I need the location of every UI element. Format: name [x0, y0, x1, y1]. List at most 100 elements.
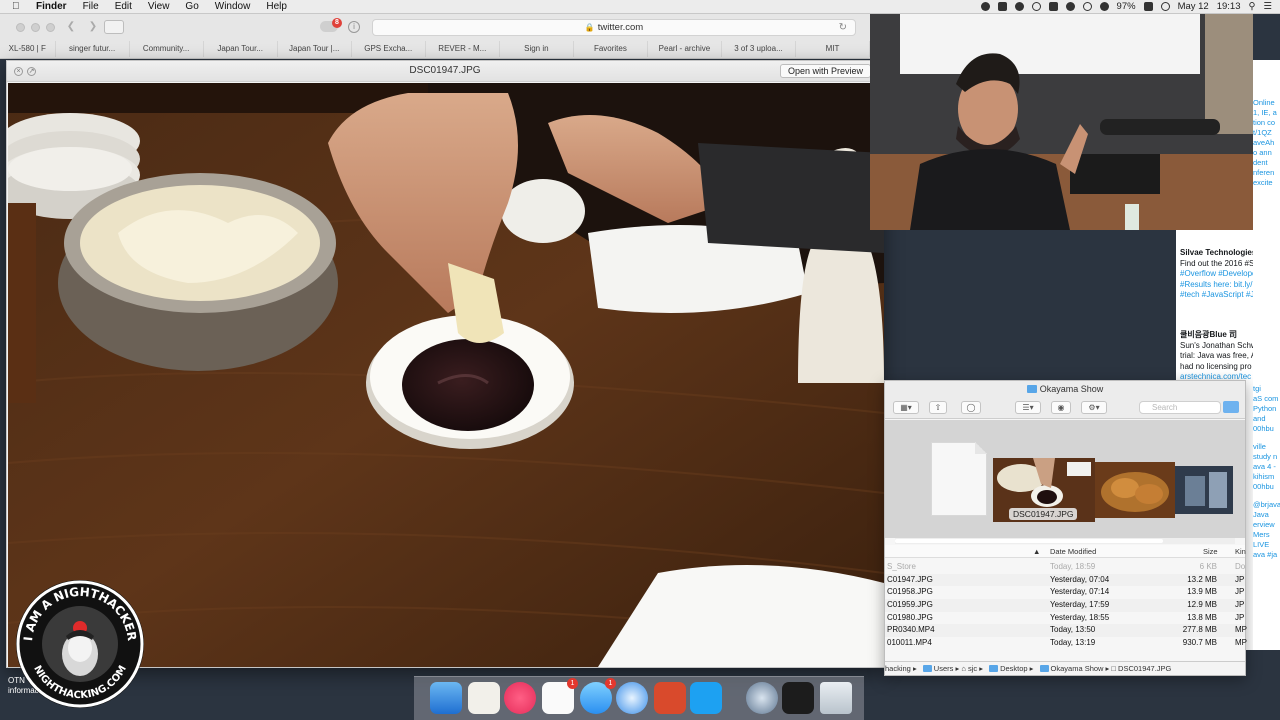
zoom-window-button[interactable]	[46, 23, 55, 32]
bluetooth-icon[interactable]	[1065, 2, 1075, 11]
drive-icon[interactable]	[1014, 2, 1024, 11]
menu-date[interactable]: May 12	[1178, 1, 1209, 12]
window-icon[interactable]	[1048, 2, 1058, 11]
bookmark-item[interactable]: Pearl - archive	[648, 41, 722, 57]
itunes-dock-icon[interactable]	[504, 682, 536, 714]
airdrop-folder-icon[interactable]	[1223, 401, 1239, 413]
path-segment[interactable]: hacking	[885, 664, 911, 673]
menu-file[interactable]: File	[83, 1, 99, 12]
bookmark-item[interactable]: XL-580 | F	[0, 41, 56, 57]
forward-icon[interactable]: ❯	[84, 20, 102, 34]
bookmark-item[interactable]: MIT	[796, 41, 871, 57]
volume-icon[interactable]	[1099, 2, 1109, 11]
safari-dock-icon[interactable]	[616, 682, 648, 714]
bookmark-item[interactable]: REVER - M...	[426, 41, 500, 57]
trash-dock-icon[interactable]	[820, 682, 852, 714]
back-icon[interactable]: ❮	[62, 20, 80, 34]
path-segment[interactable]: Desktop	[1000, 664, 1028, 673]
powerpoint-dock-icon[interactable]	[654, 682, 686, 714]
column-date-modified[interactable]: Date Modified	[1050, 547, 1096, 556]
file-row[interactable]: C01958.JPG Yesterday, 07:14 13.9 MB JP	[885, 586, 1245, 599]
reminders-dock-icon[interactable]: 1	[542, 678, 578, 714]
path-segment[interactable]: Okayama Show	[1051, 664, 1104, 673]
dock: 1 1	[414, 676, 864, 720]
edge-text: Online	[1253, 98, 1275, 107]
path-segment[interactable]: DSC01947.JPG	[1118, 664, 1171, 673]
bookmark-item[interactable]: Japan Tour...	[204, 41, 278, 57]
quick-look-eye-icon[interactable]: ◉	[1051, 401, 1071, 414]
close-window-button[interactable]	[16, 23, 25, 32]
time-machine-icon[interactable]	[1082, 2, 1092, 11]
action-gear-icon[interactable]: ⚙▾	[1081, 401, 1107, 414]
share-icon[interactable]: ⇧	[929, 401, 947, 414]
finder-title: Okayama Show	[1039, 384, 1104, 394]
file-row[interactable]: C01959.JPG Yesterday, 17:59 12.9 MB JP	[885, 599, 1245, 612]
menu-help[interactable]: Help	[266, 1, 287, 12]
file-name: 010011.MP4	[887, 638, 932, 648]
terminal-dock-icon[interactable]	[782, 682, 814, 714]
bookmark-item[interactable]: GPS Excha...	[352, 41, 426, 57]
textedit-dock-icon[interactable]	[468, 682, 500, 714]
bookmark-item[interactable]: singer futur...	[56, 41, 130, 57]
extension-button[interactable]: 8	[320, 18, 342, 32]
address-bar[interactable]: 🔒 twitter.com ↻	[372, 19, 856, 36]
sort-arrow-icon[interactable]: ▲	[1033, 547, 1040, 556]
file-kind: JP	[1235, 612, 1245, 622]
cover-thumb-dsc01958[interactable]	[1095, 462, 1175, 518]
bookmark-item[interactable]: Community...	[130, 41, 204, 57]
apple-menu-icon[interactable]: 	[12, 1, 26, 12]
sidebar-toggle-button[interactable]	[104, 20, 124, 34]
edge-text: o ann	[1253, 148, 1272, 157]
file-row[interactable]: S_Store Today, 18:59 6 KB Do	[885, 561, 1245, 574]
menu-edit[interactable]: Edit	[115, 1, 132, 12]
cover-flow-caption: DSC01947.JPG	[1009, 508, 1078, 520]
file-date: Yesterday, 18:55	[1050, 612, 1110, 622]
file-kind: MP	[1235, 625, 1247, 635]
file-row[interactable]: C01980.JPG Yesterday, 18:55 13.8 MB JP	[885, 612, 1245, 625]
menu-go[interactable]: Go	[185, 1, 198, 12]
edge-text: excite	[1253, 178, 1273, 187]
bookmark-item[interactable]: Favorites	[574, 41, 648, 57]
menu-time[interactable]: 19:13	[1217, 1, 1241, 12]
bookmark-item[interactable]: 3 of 3 uploa...	[722, 41, 797, 57]
bookmark-item[interactable]: Sign in	[500, 41, 574, 57]
path-segment[interactable]: Users	[934, 664, 954, 673]
scroll-thumb[interactable]	[895, 539, 1163, 543]
search-input[interactable]: Search	[1139, 401, 1221, 414]
wifi-icon[interactable]	[1160, 2, 1170, 11]
cover-flow-scrollbar[interactable]	[895, 538, 1235, 544]
downloads-dock-icon[interactable]	[746, 682, 778, 714]
messages-badge: 1	[605, 678, 616, 689]
dropbox-icon[interactable]	[997, 2, 1007, 11]
menu-window[interactable]: Window	[215, 1, 251, 12]
column-size[interactable]: Size	[1203, 547, 1218, 556]
twitter-dock-icon[interactable]	[690, 682, 722, 714]
tag-icon[interactable]: ◯	[961, 401, 981, 414]
spotlight-icon[interactable]: ⚲	[1249, 1, 1256, 12]
sync-icon[interactable]	[1031, 2, 1041, 11]
info-icon[interactable]: i	[348, 21, 360, 33]
menu-view[interactable]: View	[148, 1, 170, 12]
finder-dock-icon[interactable]	[430, 682, 462, 714]
file-row[interactable]: PR0340.MP4 Today, 13:50 277.8 MB MP	[885, 624, 1247, 638]
cover-flow[interactable]: DSC01947.JPG	[885, 420, 1245, 538]
record-icon[interactable]	[980, 2, 990, 11]
cover-thumb-dsc01959[interactable]	[1175, 466, 1233, 514]
notification-center-icon[interactable]: ☰	[1263, 1, 1272, 12]
arrange-button[interactable]: ☰▾	[1015, 401, 1041, 414]
column-kind[interactable]: Kin	[1235, 547, 1246, 556]
messages-dock-icon[interactable]: 1	[580, 678, 616, 714]
reload-icon[interactable]: ↻	[839, 20, 847, 35]
battery-icon[interactable]	[1143, 2, 1153, 11]
file-icon: □	[1111, 664, 1116, 673]
menu-app-name[interactable]: Finder	[36, 1, 67, 12]
view-mode-button[interactable]: ▦▾	[893, 401, 919, 414]
path-segment[interactable]: sjc	[968, 664, 977, 673]
file-row-selected[interactable]: C01947.JPG Yesterday, 07:04 13.2 MB JP	[885, 573, 1245, 587]
bookmark-item[interactable]: Japan Tour |...	[278, 41, 352, 57]
battery-percent[interactable]: 97%	[1117, 1, 1136, 12]
open-with-preview-button[interactable]: Open with Preview	[779, 64, 871, 78]
document-icon[interactable]	[931, 442, 987, 516]
minimize-window-button[interactable]	[31, 23, 40, 32]
file-row[interactable]: 010011.MP4 Today, 13:19 930.7 MB MP	[885, 637, 1247, 650]
